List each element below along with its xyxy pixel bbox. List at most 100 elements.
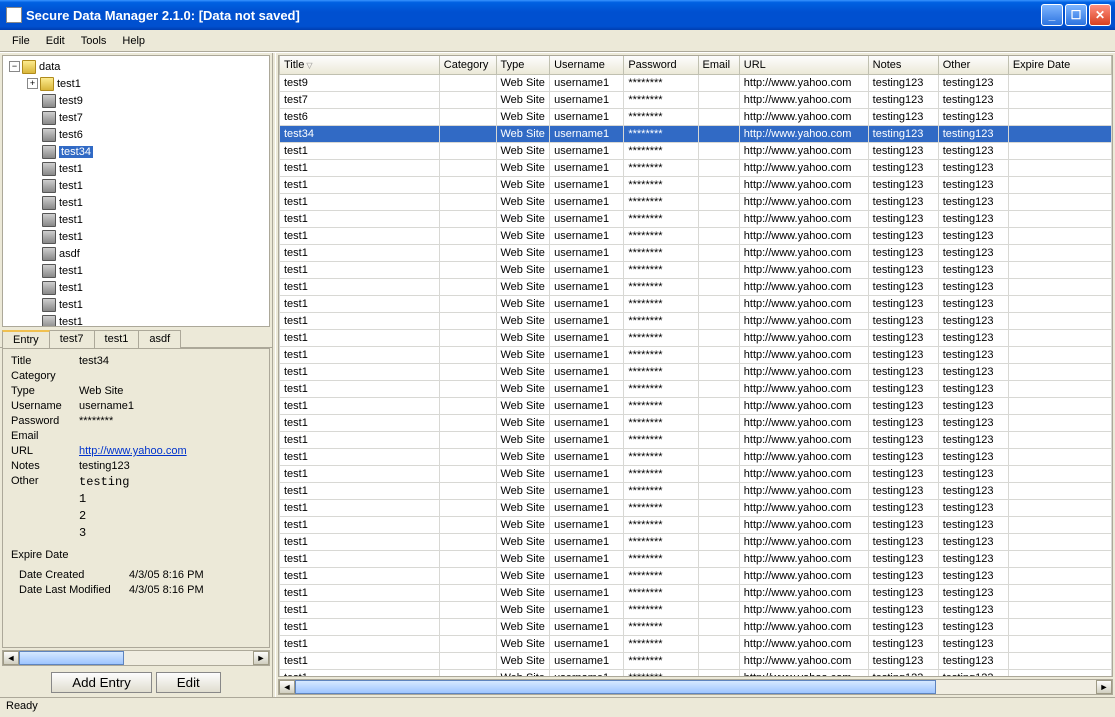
table-row[interactable]: test1Web Siteusername1********http://www…	[280, 176, 1112, 193]
cell-expire	[1008, 261, 1111, 278]
table-row[interactable]: test34Web Siteusername1********http://ww…	[280, 125, 1112, 142]
tree-label: data	[39, 61, 60, 73]
expand-icon[interactable]: +	[27, 78, 38, 89]
table-row[interactable]: test1Web Siteusername1********http://www…	[280, 227, 1112, 244]
table-row[interactable]: test1Web Siteusername1********http://www…	[280, 397, 1112, 414]
table-row[interactable]: test1Web Siteusername1********http://www…	[280, 363, 1112, 380]
cell-notes: testing123	[868, 431, 938, 448]
tree-item[interactable]: test9	[5, 92, 267, 109]
table-row[interactable]: test7Web Siteusername1********http://www…	[280, 91, 1112, 108]
scroll-right-icon[interactable]: ►	[253, 651, 269, 665]
cell-url: http://www.yahoo.com	[739, 108, 868, 125]
tree-item[interactable]: test1	[5, 211, 267, 228]
menu-file[interactable]: File	[4, 33, 38, 49]
column-header-username[interactable]: Username	[550, 56, 624, 74]
cell-username: username1	[550, 414, 624, 431]
minimize-button[interactable]: _	[1041, 4, 1063, 26]
menu-help[interactable]: Help	[114, 33, 153, 49]
table-row[interactable]: test6Web Siteusername1********http://www…	[280, 108, 1112, 125]
tree-item[interactable]: test1	[5, 160, 267, 177]
table-row[interactable]: test1Web Siteusername1********http://www…	[280, 618, 1112, 635]
tree-item[interactable]: test1	[5, 262, 267, 279]
column-header-expire-date[interactable]: Expire Date	[1008, 56, 1111, 74]
close-button[interactable]: ✕	[1089, 4, 1111, 26]
edit-button[interactable]: Edit	[156, 672, 221, 693]
tree-item[interactable]: test1	[5, 313, 267, 327]
table-row[interactable]: test1Web Siteusername1********http://www…	[280, 380, 1112, 397]
table-row[interactable]: test1Web Siteusername1********http://www…	[280, 346, 1112, 363]
column-header-password[interactable]: Password	[624, 56, 698, 74]
column-header-url[interactable]: URL	[739, 56, 868, 74]
table-row[interactable]: test1Web Siteusername1********http://www…	[280, 448, 1112, 465]
tab-test1[interactable]: test1	[94, 330, 140, 348]
file-icon	[42, 162, 56, 176]
cell-title: test1	[280, 414, 440, 431]
tree-item[interactable]: asdf	[5, 245, 267, 262]
table-row[interactable]: test1Web Siteusername1********http://www…	[280, 142, 1112, 159]
collapse-icon[interactable]: −	[9, 61, 20, 72]
table-row[interactable]: test1Web Siteusername1********http://www…	[280, 159, 1112, 176]
scroll-right-icon[interactable]: ►	[1096, 680, 1112, 694]
table-row[interactable]: test1Web Siteusername1********http://www…	[280, 312, 1112, 329]
tree-label: test1	[59, 180, 83, 192]
table-row[interactable]: test1Web Siteusername1********http://www…	[280, 295, 1112, 312]
table-row[interactable]: test1Web Siteusername1********http://www…	[280, 193, 1112, 210]
cell-url: http://www.yahoo.com	[739, 482, 868, 499]
table-row[interactable]: test1Web Siteusername1********http://www…	[280, 550, 1112, 567]
tree-root[interactable]: − data	[5, 58, 267, 75]
add-entry-button[interactable]: Add Entry	[51, 672, 152, 693]
table-row[interactable]: test1Web Siteusername1********http://www…	[280, 244, 1112, 261]
table-row[interactable]: test1Web Siteusername1********http://www…	[280, 584, 1112, 601]
tree-item[interactable]: test1	[5, 177, 267, 194]
column-header-other[interactable]: Other	[938, 56, 1008, 74]
table-row[interactable]: test1Web Siteusername1********http://www…	[280, 482, 1112, 499]
value-url[interactable]: http://www.yahoo.com	[79, 445, 261, 457]
value-password: ********	[79, 415, 261, 427]
table-row[interactable]: test1Web Siteusername1********http://www…	[280, 601, 1112, 618]
table-row[interactable]: test1Web Siteusername1********http://www…	[280, 261, 1112, 278]
tab-asdf[interactable]: asdf	[138, 330, 181, 348]
tab-entry[interactable]: Entry	[2, 330, 50, 348]
cell-type: Web Site	[496, 295, 550, 312]
entries-table[interactable]: Title▽CategoryTypeUsernamePasswordEmailU…	[278, 55, 1113, 677]
table-row[interactable]: test1Web Siteusername1********http://www…	[280, 431, 1112, 448]
column-header-title[interactable]: Title▽	[280, 56, 440, 74]
cell-expire	[1008, 618, 1111, 635]
tree-item[interactable]: test7	[5, 109, 267, 126]
table-row[interactable]: test1Web Siteusername1********http://www…	[280, 210, 1112, 227]
scroll-left-icon[interactable]: ◄	[279, 680, 295, 694]
scroll-left-icon[interactable]: ◄	[3, 651, 19, 665]
column-header-notes[interactable]: Notes	[868, 56, 938, 74]
table-row[interactable]: test1Web Siteusername1********http://www…	[280, 652, 1112, 669]
column-header-type[interactable]: Type	[496, 56, 550, 74]
details-h-scrollbar[interactable]: ◄ ►	[2, 650, 270, 666]
table-row[interactable]: test1Web Siteusername1********http://www…	[280, 329, 1112, 346]
cell-password: ********	[624, 397, 698, 414]
table-row[interactable]: test1Web Siteusername1********http://www…	[280, 567, 1112, 584]
tree-item[interactable]: +test1	[5, 75, 267, 92]
table-row[interactable]: test1Web Siteusername1********http://www…	[280, 635, 1112, 652]
column-header-category[interactable]: Category	[439, 56, 496, 74]
titlebar[interactable]: Secure Data Manager 2.1.0: [Data not sav…	[0, 0, 1115, 30]
tree-item[interactable]: test34	[5, 143, 267, 160]
table-row[interactable]: test1Web Siteusername1********http://www…	[280, 499, 1112, 516]
tab-test7[interactable]: test7	[49, 330, 95, 348]
maximize-button[interactable]: ☐	[1065, 4, 1087, 26]
tree-item[interactable]: test1	[5, 296, 267, 313]
table-row[interactable]: test1Web Siteusername1********http://www…	[280, 533, 1112, 550]
tree-item[interactable]: test6	[5, 126, 267, 143]
table-row[interactable]: test1Web Siteusername1********http://www…	[280, 669, 1112, 677]
column-header-email[interactable]: Email	[698, 56, 739, 74]
tree-item[interactable]: test1	[5, 228, 267, 245]
tree-view[interactable]: −data+test1test9test7test6test34test1tes…	[2, 55, 270, 327]
menu-tools[interactable]: Tools	[73, 33, 115, 49]
table-row[interactable]: test1Web Siteusername1********http://www…	[280, 465, 1112, 482]
table-row[interactable]: test9Web Siteusername1********http://www…	[280, 74, 1112, 91]
table-row[interactable]: test1Web Siteusername1********http://www…	[280, 414, 1112, 431]
tree-item[interactable]: test1	[5, 279, 267, 296]
tree-item[interactable]: test1	[5, 194, 267, 211]
table-h-scrollbar[interactable]: ◄ ►	[278, 679, 1113, 695]
table-row[interactable]: test1Web Siteusername1********http://www…	[280, 516, 1112, 533]
table-row[interactable]: test1Web Siteusername1********http://www…	[280, 278, 1112, 295]
menu-edit[interactable]: Edit	[38, 33, 73, 49]
